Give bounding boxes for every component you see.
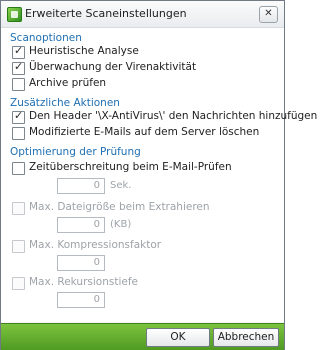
dialog-footer: OK Abbrechen: [1, 323, 284, 350]
label-timeout: Zeitüberschreitung beim E-Mail-Prüfen: [29, 161, 232, 173]
max-recursion-input[interactable]: 0: [57, 292, 105, 308]
section-scan-options: Scanoptionen: [10, 32, 82, 44]
checkbox-max-compression[interactable]: [12, 240, 25, 253]
close-button[interactable]: ✕: [259, 6, 278, 23]
max-file-size-unit: (KB): [110, 219, 132, 230]
checkbox-max-file-size[interactable]: [12, 202, 25, 215]
ok-button[interactable]: OK: [146, 328, 210, 347]
checkbox-heuristic[interactable]: ✓: [12, 44, 25, 59]
title-bar: Erweiterte Scaneinstellungen ✕: [1, 1, 284, 28]
checkmark-icon: ✓: [14, 44, 24, 57]
dialog-content: Scanoptionen ✓ Heuristische Analyse ✓ Üb…: [1, 28, 317, 322]
timeout-input[interactable]: 0: [57, 178, 105, 194]
label-modified-mail: Modifizierte E-Mails auf dem Server lösc…: [29, 126, 260, 138]
cancel-button[interactable]: Abbrechen: [213, 328, 279, 347]
checkmark-icon: ✓: [14, 109, 24, 122]
checkbox-modified-mail[interactable]: [12, 127, 25, 140]
checkmark-icon: ✓: [14, 60, 24, 73]
checkbox-timeout[interactable]: [12, 162, 25, 175]
section-optimization: Optimierung der Prüfung: [10, 146, 141, 158]
app-icon: [7, 7, 22, 22]
max-file-size-input[interactable]: 0: [57, 217, 105, 233]
label-max-file-size: Max. Dateigröße beim Extrahieren: [29, 201, 210, 213]
label-heuristic: Heuristische Analyse: [29, 45, 139, 57]
dialog-window: Erweiterte Scaneinstellungen ✕ Scanoptio…: [0, 0, 317, 350]
checkbox-archives[interactable]: [12, 78, 25, 91]
label-max-compression: Max. Kompressionsfaktor: [29, 239, 162, 251]
close-icon: ✕: [264, 8, 273, 19]
checkbox-virus-activity[interactable]: ✓: [12, 60, 25, 75]
label-virus-activity: Überwachung der Virenaktivität: [29, 61, 197, 73]
label-header: Den Header '\X-AntiVirus\' den Nachricht…: [29, 110, 318, 122]
label-max-recursion: Max. Rekursionstiefe: [29, 276, 138, 288]
max-compression-input[interactable]: 0: [57, 255, 105, 271]
label-archives: Archive prüfen: [29, 77, 107, 89]
section-additional-actions: Zusätzliche Aktionen: [10, 97, 120, 109]
timeout-unit: Sek.: [110, 180, 132, 191]
checkbox-max-recursion[interactable]: [12, 277, 25, 290]
checkbox-header[interactable]: ✓: [12, 109, 25, 124]
window-title: Erweiterte Scaneinstellungen: [25, 7, 187, 20]
